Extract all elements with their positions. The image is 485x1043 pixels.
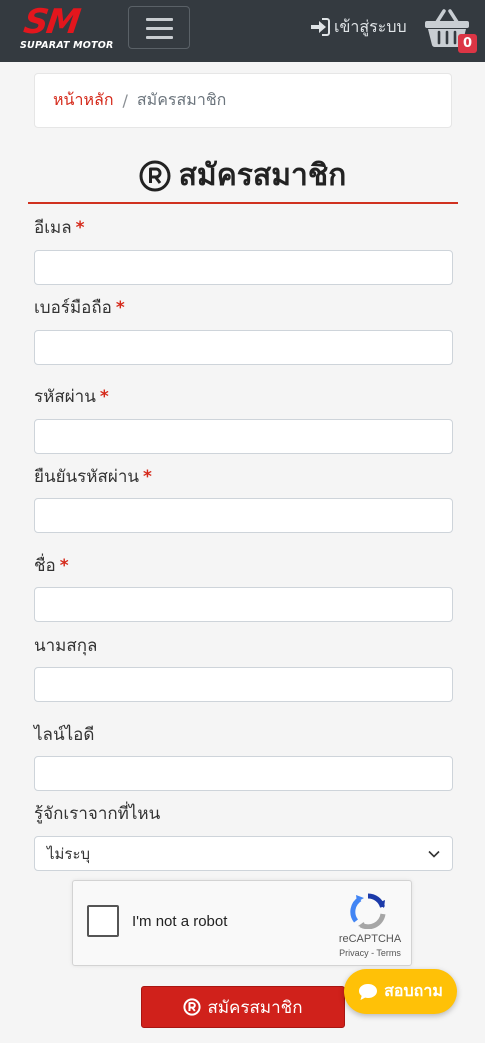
page-title-text: สมัครสมาชิก [178, 158, 347, 193]
chevron-down-icon [428, 850, 440, 858]
email-field[interactable] [34, 250, 453, 285]
breadcrumb-separator: / [122, 91, 128, 110]
last-name-label: นามสกุล [34, 636, 98, 656]
registered-icon [183, 998, 202, 1016]
required-mark: * [143, 467, 152, 487]
registered-icon [139, 160, 171, 191]
logo-subtext: SUPARAT MOTOR [20, 40, 114, 51]
breadcrumb: หน้าหลัก / สมัครสมาชิก [34, 73, 452, 128]
recaptcha-widget: I'm not a robot reCAPTCHA Privacy - Term… [72, 880, 412, 966]
first-name-label: ชื่อ * [34, 556, 69, 576]
recaptcha-checkbox[interactable] [87, 905, 119, 937]
breadcrumb-current: สมัครสมาชิก [136, 90, 227, 109]
confirm-password-label: ยืนยันรหัสผ่าน * [34, 467, 152, 487]
chat-label: สอบถาม [384, 981, 443, 1000]
sign-in-icon [311, 18, 330, 36]
chat-inquiry-button[interactable]: สอบถาม [344, 969, 457, 1014]
title-divider [28, 202, 458, 204]
required-mark: * [99, 387, 109, 407]
referral-source-value: ไม่ระบุ [47, 844, 91, 863]
last-name-field[interactable] [34, 667, 453, 702]
line-id-label: ไลน์ไอดี [34, 725, 95, 745]
required-mark: * [59, 556, 69, 576]
required-mark: * [75, 218, 85, 238]
recaptcha-label: I'm not a robot [132, 913, 228, 930]
required-mark: * [115, 298, 125, 318]
mobile-field[interactable] [34, 330, 453, 365]
chat-bubble-icon [359, 983, 378, 1000]
register-submit-label: สมัครสมาชิก [207, 997, 303, 1018]
mobile-label: เบอร์มือถือ * [34, 298, 125, 318]
password-field[interactable] [34, 419, 453, 454]
referral-source-select[interactable]: ไม่ระบุ [34, 836, 453, 871]
top-navbar: SM SUPARAT MOTOR เข้าสู่ระบบ [0, 0, 485, 62]
recaptcha-logo-icon [350, 893, 386, 929]
login-link[interactable]: เข้าสู่ระบบ [310, 14, 407, 40]
suparat-motor-logo[interactable]: SM SUPARAT MOTOR [18, 2, 113, 54]
register-submit-button[interactable]: สมัครสมาชิก [141, 986, 345, 1028]
hamburger-icon [146, 18, 173, 21]
first-name-field[interactable] [34, 587, 453, 622]
breadcrumb-home-link[interactable]: หน้าหลัก [53, 88, 114, 113]
recaptcha-brand: reCAPTCHA [338, 933, 402, 945]
cart-count-badge: 0 [458, 34, 477, 53]
login-label: เข้าสู่ระบบ [334, 16, 407, 36]
password-label: รหัสผ่าน * [34, 387, 109, 407]
confirm-password-field[interactable] [34, 498, 453, 533]
recaptcha-privacy-terms-links[interactable]: Privacy - Terms [335, 948, 405, 958]
page-title: สมัครสมาชิก [0, 152, 485, 199]
email-label: อีเมล * [34, 218, 85, 238]
line-id-field[interactable] [34, 756, 453, 791]
referral-source-label: รู้จักเราจากที่ไหน [34, 804, 161, 824]
menu-toggle-button[interactable] [128, 6, 190, 49]
logo-text: SM [21, 2, 82, 42]
